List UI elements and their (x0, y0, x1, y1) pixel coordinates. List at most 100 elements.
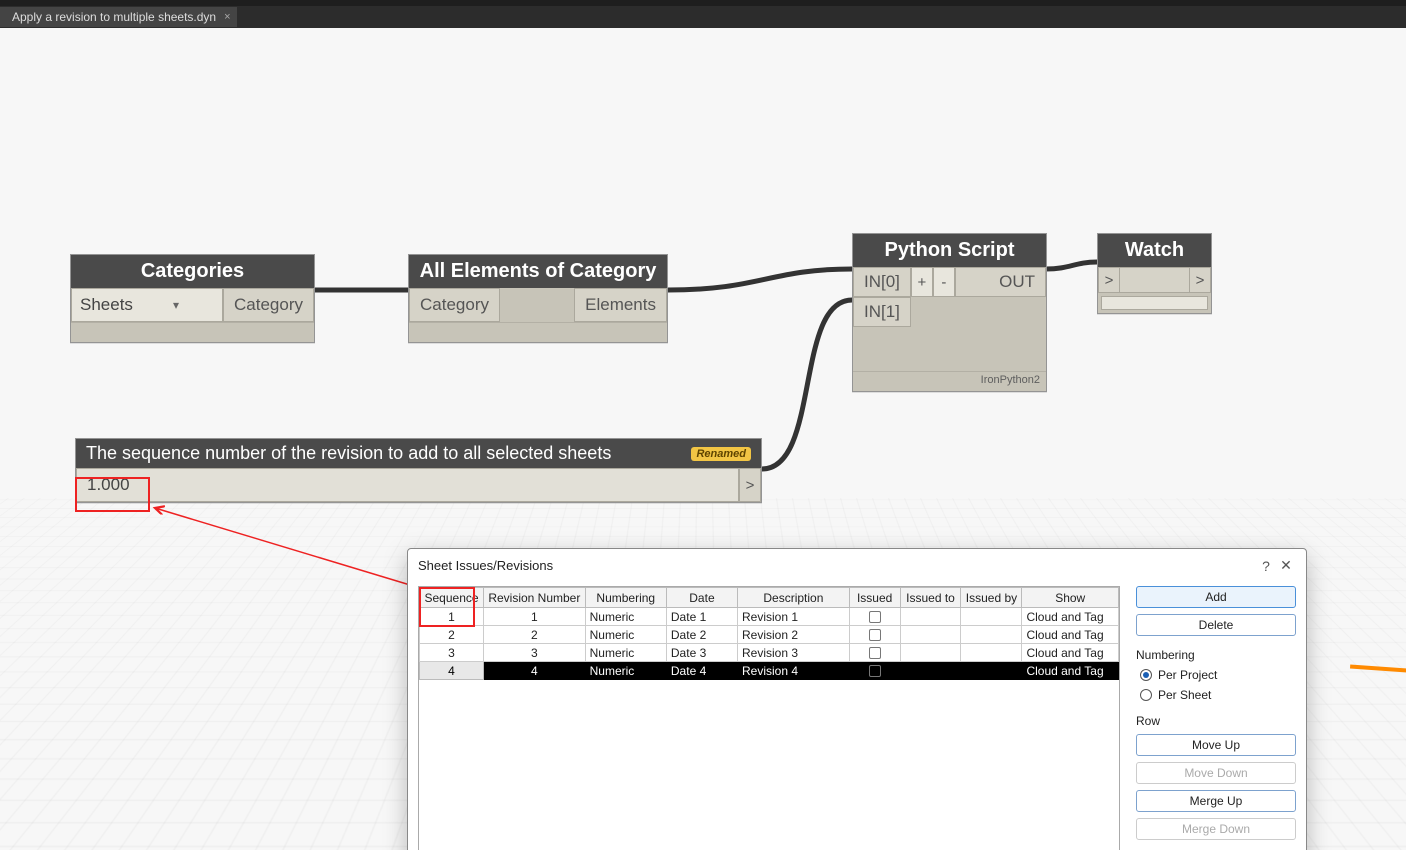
table-cell[interactable] (849, 626, 900, 644)
table-cell[interactable]: Date 2 (666, 626, 737, 644)
column-header[interactable]: Date (666, 588, 737, 608)
table-cell[interactable] (961, 662, 1022, 680)
table-cell[interactable] (900, 662, 961, 680)
port-in0[interactable]: IN[0] (853, 267, 911, 297)
graph-canvas[interactable]: Categories Sheets ▾ Category All Element… (0, 28, 1406, 850)
table-cell[interactable]: Date 3 (666, 644, 737, 662)
node-python-script[interactable]: Python Script IN[0] + - OUT IN[1] IronPy… (852, 233, 1047, 392)
column-header[interactable]: Issued to (900, 588, 961, 608)
node-title: Categories (71, 255, 314, 288)
add-input-button[interactable]: + (911, 267, 933, 297)
per-project-radio[interactable]: Per Project (1136, 668, 1296, 682)
table-cell[interactable] (961, 626, 1022, 644)
watch-display (1120, 267, 1189, 293)
python-engine-label: IronPython2 (853, 371, 1046, 391)
table-cell[interactable]: Cloud and Tag (1022, 662, 1119, 680)
node-title: Python Script (853, 234, 1046, 267)
merge-up-button[interactable]: Merge Up (1136, 790, 1296, 812)
per-sheet-radio[interactable]: Per Sheet (1136, 688, 1296, 702)
add-button[interactable]: Add (1136, 586, 1296, 608)
table-cell[interactable] (900, 626, 961, 644)
table-cell[interactable] (900, 644, 961, 662)
node-all-elements[interactable]: All Elements of Category Category Elemen… (408, 254, 668, 343)
revisions-table[interactable]: SequenceRevision NumberNumberingDateDesc… (418, 586, 1120, 850)
port-watch-in[interactable]: > (1098, 267, 1120, 293)
node-sequence-number[interactable]: The sequence number of the revision to a… (75, 438, 762, 503)
chevron-down-icon: ▾ (173, 298, 179, 312)
node-categories[interactable]: Categories Sheets ▾ Category (70, 254, 315, 343)
help-button[interactable]: ? (1256, 558, 1276, 574)
table-cell[interactable]: Numeric (585, 644, 666, 662)
port-category-in[interactable]: Category (409, 288, 500, 322)
table-cell[interactable]: Revision 4 (738, 662, 850, 680)
table-cell[interactable]: Cloud and Tag (1022, 626, 1119, 644)
column-header[interactable]: Numbering (585, 588, 666, 608)
file-tab[interactable]: Apply a revision to multiple sheets.dyn … (0, 7, 237, 27)
port-watch-out[interactable]: > (1189, 267, 1211, 293)
node-footer (409, 322, 667, 342)
delete-button[interactable]: Delete (1136, 614, 1296, 636)
table-cell[interactable]: 1 (484, 608, 586, 626)
number-value: 1.000 (87, 475, 130, 495)
table-cell[interactable]: Cloud and Tag (1022, 608, 1119, 626)
table-cell[interactable]: Cloud and Tag (1022, 644, 1119, 662)
table-row[interactable]: 33NumericDate 3Revision 3Cloud and Tag (420, 644, 1119, 662)
close-button[interactable]: ✕ (1276, 557, 1296, 574)
column-header[interactable]: Description (738, 588, 850, 608)
table-cell[interactable]: 4 (484, 662, 586, 680)
tab-bar: Apply a revision to multiple sheets.dyn … (0, 6, 1406, 28)
remove-input-button[interactable]: - (933, 267, 955, 297)
issued-checkbox[interactable] (869, 611, 881, 623)
issued-checkbox[interactable] (869, 647, 881, 659)
renamed-badge: Renamed (691, 447, 751, 461)
table-cell[interactable]: Revision 1 (738, 608, 850, 626)
table-row[interactable]: 22NumericDate 2Revision 2Cloud and Tag (420, 626, 1119, 644)
port-in1[interactable]: IN[1] (853, 297, 911, 327)
watch-scrollbar[interactable] (1101, 296, 1208, 310)
table-cell[interactable]: 2 (484, 626, 586, 644)
number-input[interactable]: 1.000 (76, 468, 739, 502)
column-header[interactable]: Show (1022, 588, 1119, 608)
table-cell[interactable]: Revision 3 (738, 644, 850, 662)
table-cell[interactable]: 1 (420, 608, 484, 626)
node-footer (71, 322, 314, 342)
table-row[interactable]: 11NumericDate 1Revision 1Cloud and Tag (420, 608, 1119, 626)
table-cell[interactable] (849, 644, 900, 662)
table-cell[interactable]: Date 4 (666, 662, 737, 680)
table-cell[interactable]: Revision 2 (738, 626, 850, 644)
merge-down-button[interactable]: Merge Down (1136, 818, 1296, 840)
table-cell[interactable]: 3 (484, 644, 586, 662)
table-cell[interactable] (900, 608, 961, 626)
issued-checkbox[interactable] (869, 665, 881, 677)
port-seq-out[interactable]: > (739, 468, 761, 502)
table-cell[interactable] (849, 662, 900, 680)
dropdown-value: Sheets (80, 295, 133, 315)
column-header[interactable]: Issued by (961, 588, 1022, 608)
move-up-button[interactable]: Move Up (1136, 734, 1296, 756)
node-title: The sequence number of the revision to a… (86, 443, 681, 464)
port-out[interactable]: OUT (955, 267, 1046, 297)
table-cell[interactable]: Date 1 (666, 608, 737, 626)
table-row[interactable]: 44NumericDate 4Revision 4Cloud and Tag (420, 662, 1119, 680)
table-cell[interactable]: Numeric (585, 626, 666, 644)
table-cell[interactable]: 3 (420, 644, 484, 662)
table-cell[interactable]: 2 (420, 626, 484, 644)
column-header[interactable]: Sequence (420, 588, 484, 608)
table-cell[interactable]: 4 (420, 662, 484, 680)
column-header[interactable]: Issued (849, 588, 900, 608)
close-icon[interactable]: × (224, 11, 230, 23)
node-watch[interactable]: Watch > > (1097, 233, 1212, 314)
table-cell[interactable] (961, 608, 1022, 626)
categories-dropdown[interactable]: Sheets ▾ (71, 288, 223, 322)
table-cell[interactable]: Numeric (585, 662, 666, 680)
table-cell[interactable] (961, 644, 1022, 662)
column-header[interactable]: Revision Number (484, 588, 586, 608)
issued-checkbox[interactable] (869, 629, 881, 641)
port-category-out[interactable]: Category (223, 288, 314, 322)
dialog-side-panel: Add Delete Numbering Per Project Per She… (1136, 586, 1296, 850)
sheet-issues-revisions-dialog: Sheet Issues/Revisions ? ✕ SequenceRevis… (407, 548, 1307, 850)
table-cell[interactable]: Numeric (585, 608, 666, 626)
move-down-button[interactable]: Move Down (1136, 762, 1296, 784)
port-elements-out[interactable]: Elements (574, 288, 667, 322)
table-cell[interactable] (849, 608, 900, 626)
